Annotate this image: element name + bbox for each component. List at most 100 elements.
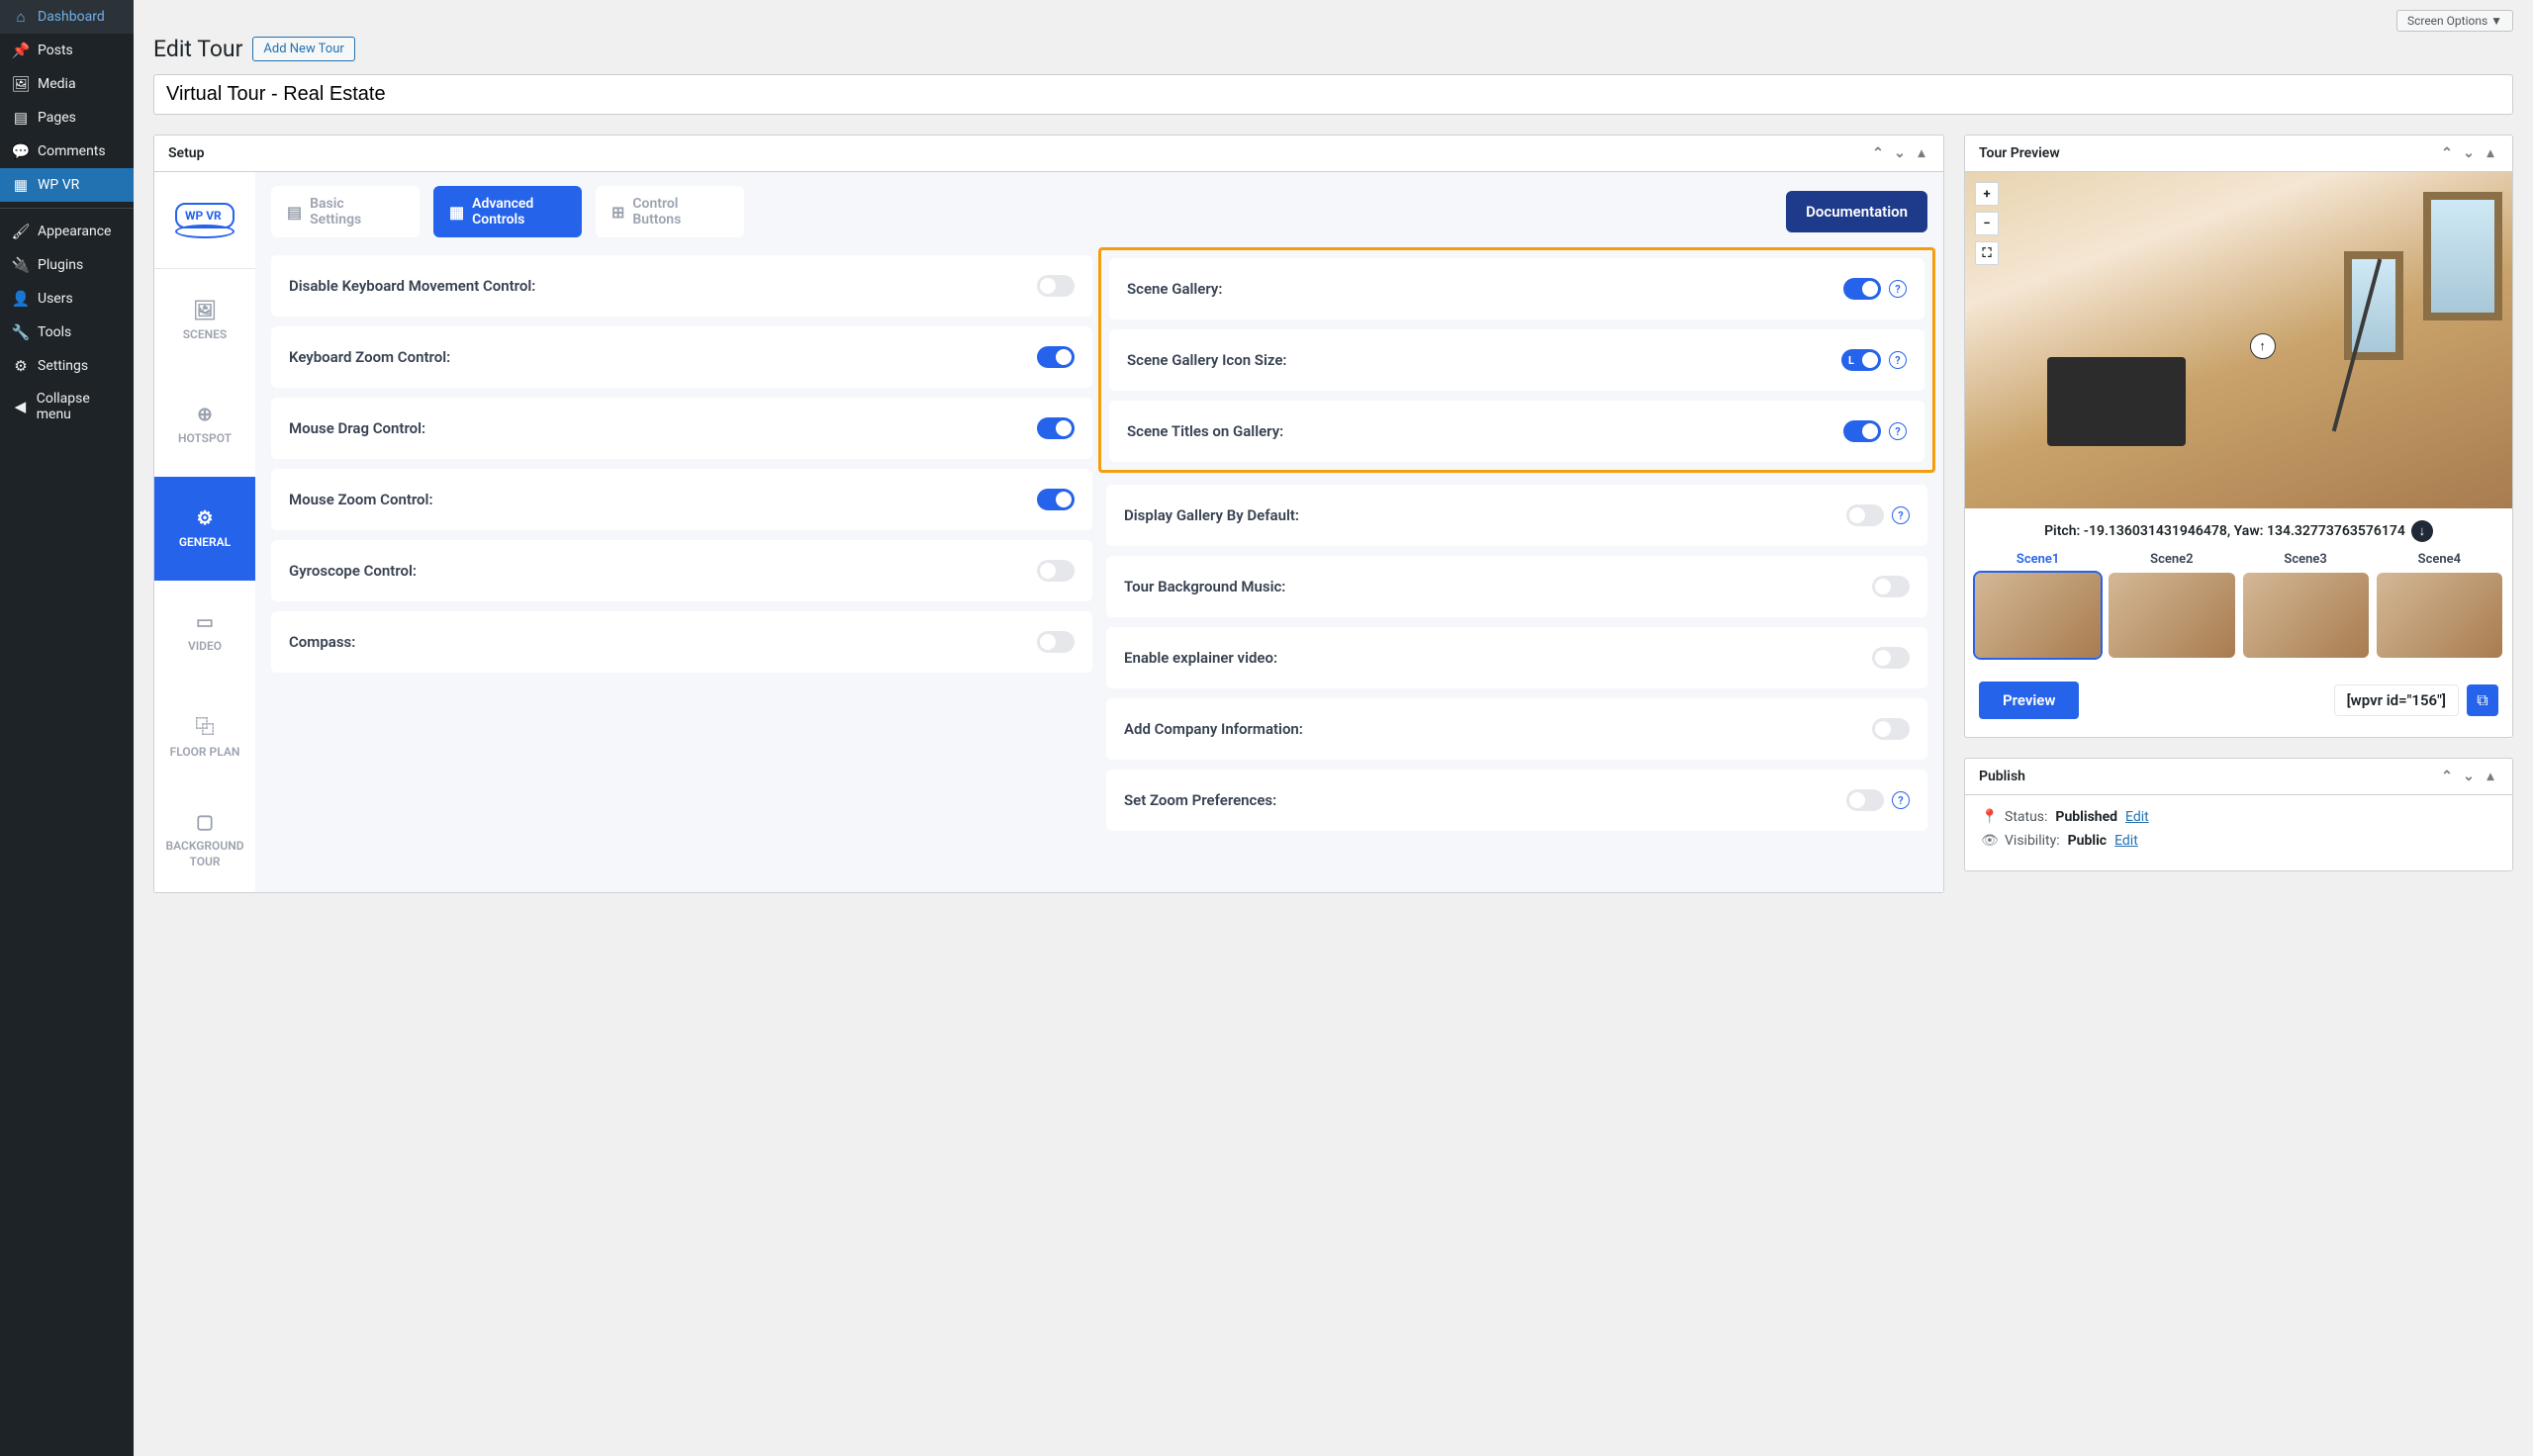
copy-shortcode-button[interactable]: ⧉ — [2467, 684, 2498, 716]
side-tab-floor-plan[interactable]: ⿻FLOOR PLAN — [154, 684, 255, 788]
toggle-explainer-video[interactable] — [1872, 647, 1910, 669]
documentation-button[interactable]: Documentation — [1786, 191, 1927, 232]
scene-thumb-1[interactable] — [1975, 573, 2101, 658]
side-tab-scenes[interactable]: 🖼SCENES — [154, 269, 255, 373]
scene-tab-2[interactable]: Scene2 — [2109, 552, 2234, 567]
highlighted-settings-group: Scene Gallery: ? Scene Gallery Icon Size… — [1098, 247, 1935, 473]
panorama-preview[interactable]: + − ⛶ ↑ — [1965, 172, 2512, 508]
toggle-gyroscope[interactable] — [1037, 560, 1075, 582]
move-up-icon[interactable]: ⌃ — [2439, 769, 2455, 784]
toggle-mouse-zoom[interactable] — [1037, 489, 1075, 510]
sidebar-item-users[interactable]: 👤Users — [0, 282, 134, 316]
hotspot-arrow-icon[interactable]: ↑ — [2250, 333, 2276, 359]
move-down-icon[interactable]: ⌄ — [1892, 145, 1908, 161]
toggle-scene-gallery-icon-size[interactable]: L — [1841, 349, 1881, 371]
fullscreen-button[interactable]: ⛶ — [1975, 241, 1999, 265]
preview-button[interactable]: Preview — [1979, 682, 2079, 719]
scene-tab-4[interactable]: Scene4 — [2377, 552, 2502, 567]
visibility-value: Public — [2068, 833, 2107, 849]
admin-sidebar: ⌂Dashboard 📌Posts 🖼Media ▤Pages 💬Comment… — [0, 0, 134, 1456]
screen-options-button[interactable]: Screen Options ▼ — [2396, 10, 2513, 32]
sidebar-item-dashboard[interactable]: ⌂Dashboard — [0, 0, 134, 34]
toggle-disable-keyboard-movement[interactable] — [1037, 275, 1075, 297]
collapse-icon: ◀ — [12, 398, 29, 415]
setting-mouse-drag: Mouse Drag Control: — [271, 398, 1092, 459]
sidebar-item-settings[interactable]: ⚙Settings — [0, 349, 134, 383]
tab-control-buttons[interactable]: ⊞ControlButtons — [596, 186, 744, 237]
setting-zoom-preferences: Set Zoom Preferences: ? — [1106, 770, 1927, 831]
help-icon[interactable]: ? — [1889, 280, 1907, 298]
sidebar-item-appearance[interactable]: 🖌Appearance — [0, 215, 134, 248]
edit-visibility-link[interactable]: Edit — [2114, 833, 2138, 849]
toggle-background-music[interactable] — [1872, 576, 1910, 597]
sidebar-item-posts[interactable]: 📌Posts — [0, 34, 134, 67]
side-tab-video[interactable]: ▭VIDEO — [154, 581, 255, 684]
sidebar-item-tools[interactable]: 🔧Tools — [0, 316, 134, 349]
setting-explainer-video: Enable explainer video: — [1106, 627, 1927, 688]
video-icon: ▭ — [196, 610, 214, 633]
control-buttons-icon: ⊞ — [611, 203, 624, 222]
toggle-company-info[interactable] — [1872, 718, 1910, 740]
advanced-controls-icon: ▦ — [449, 203, 464, 222]
toggle-keyboard-zoom[interactable] — [1037, 346, 1075, 368]
toggle-display-gallery-default[interactable] — [1846, 504, 1884, 526]
publish-box-title: Publish — [1979, 769, 2025, 784]
setting-disable-keyboard-movement: Disable Keyboard Movement Control: — [271, 255, 1092, 317]
side-tab-hotspot[interactable]: ⊕HOTSPOT — [154, 373, 255, 477]
sidebar-separator — [0, 208, 134, 209]
status-value: Published — [2055, 809, 2117, 825]
users-icon: 👤 — [12, 290, 30, 308]
scene-thumb-2[interactable] — [2109, 573, 2234, 658]
appearance-icon: 🖌 — [12, 223, 30, 240]
side-tab-general[interactable]: ⚙GENERAL — [154, 477, 255, 581]
toggle-panel-icon[interactable]: ▴ — [2483, 769, 2498, 784]
move-up-icon[interactable]: ⌃ — [2439, 145, 2455, 161]
sidebar-item-media[interactable]: 🖼Media — [0, 67, 134, 101]
settings-icon: ⚙ — [12, 357, 30, 375]
toggle-zoom-preferences[interactable] — [1846, 789, 1884, 811]
scene-thumb-4[interactable] — [2377, 573, 2502, 658]
download-coords-button[interactable]: ↓ — [2411, 520, 2433, 542]
basic-settings-icon: ▤ — [287, 203, 302, 222]
move-up-icon[interactable]: ⌃ — [1870, 145, 1886, 161]
help-icon[interactable]: ? — [1889, 351, 1907, 369]
move-down-icon[interactable]: ⌄ — [2461, 769, 2477, 784]
posts-icon: 📌 — [12, 42, 30, 59]
pages-icon: ▤ — [12, 109, 30, 127]
sidebar-item-pages[interactable]: ▤Pages — [0, 101, 134, 135]
tour-preview-postbox: Tour Preview ⌃ ⌄ ▴ + — [1964, 135, 2513, 738]
sidebar-item-plugins[interactable]: 🔌Plugins — [0, 248, 134, 282]
toggle-panel-icon[interactable]: ▴ — [2483, 145, 2498, 161]
zoom-in-button[interactable]: + — [1975, 182, 1999, 206]
media-icon: 🖼 — [12, 75, 30, 93]
setting-display-gallery-default: Display Gallery By Default: ? — [1106, 485, 1927, 546]
toggle-scene-titles[interactable] — [1843, 420, 1881, 442]
tab-advanced-controls[interactable]: ▦AdvancedControls — [433, 186, 582, 237]
side-tab-background-tour[interactable]: ▢BACKGROUND TOUR — [154, 788, 255, 892]
floor-plan-icon: ⿻ — [195, 712, 214, 739]
help-icon[interactable]: ? — [1892, 506, 1910, 524]
scene-tab-1[interactable]: Scene1 — [1975, 552, 2101, 567]
help-icon[interactable]: ? — [1889, 422, 1907, 440]
tour-title-input[interactable] — [153, 74, 2513, 115]
zoom-out-button[interactable]: − — [1975, 212, 1999, 235]
wpvr-icon: ▦ — [12, 176, 30, 194]
plugins-icon: 🔌 — [12, 256, 30, 274]
tab-basic-settings[interactable]: ▤BasicSettings — [271, 186, 420, 237]
help-icon[interactable]: ? — [1892, 791, 1910, 809]
tools-icon: 🔧 — [12, 323, 30, 341]
tour-preview-title: Tour Preview — [1979, 145, 2060, 161]
edit-status-link[interactable]: Edit — [2125, 809, 2149, 825]
scene-tab-3[interactable]: Scene3 — [2243, 552, 2369, 567]
toggle-mouse-drag[interactable] — [1037, 417, 1075, 439]
sidebar-item-wp-vr[interactable]: ▦WP VR — [0, 168, 134, 202]
setup-postbox: Setup ⌃ ⌄ ▴ WP VR — [153, 135, 1944, 893]
toggle-panel-icon[interactable]: ▴ — [1914, 145, 1929, 161]
add-new-tour-button[interactable]: Add New Tour — [252, 37, 354, 61]
toggle-scene-gallery[interactable] — [1843, 278, 1881, 300]
scene-thumb-3[interactable] — [2243, 573, 2369, 658]
move-down-icon[interactable]: ⌄ — [2461, 145, 2477, 161]
sidebar-item-comments[interactable]: 💬Comments — [0, 135, 134, 168]
sidebar-item-collapse[interactable]: ◀Collapse menu — [0, 383, 134, 430]
toggle-compass[interactable] — [1037, 631, 1075, 653]
